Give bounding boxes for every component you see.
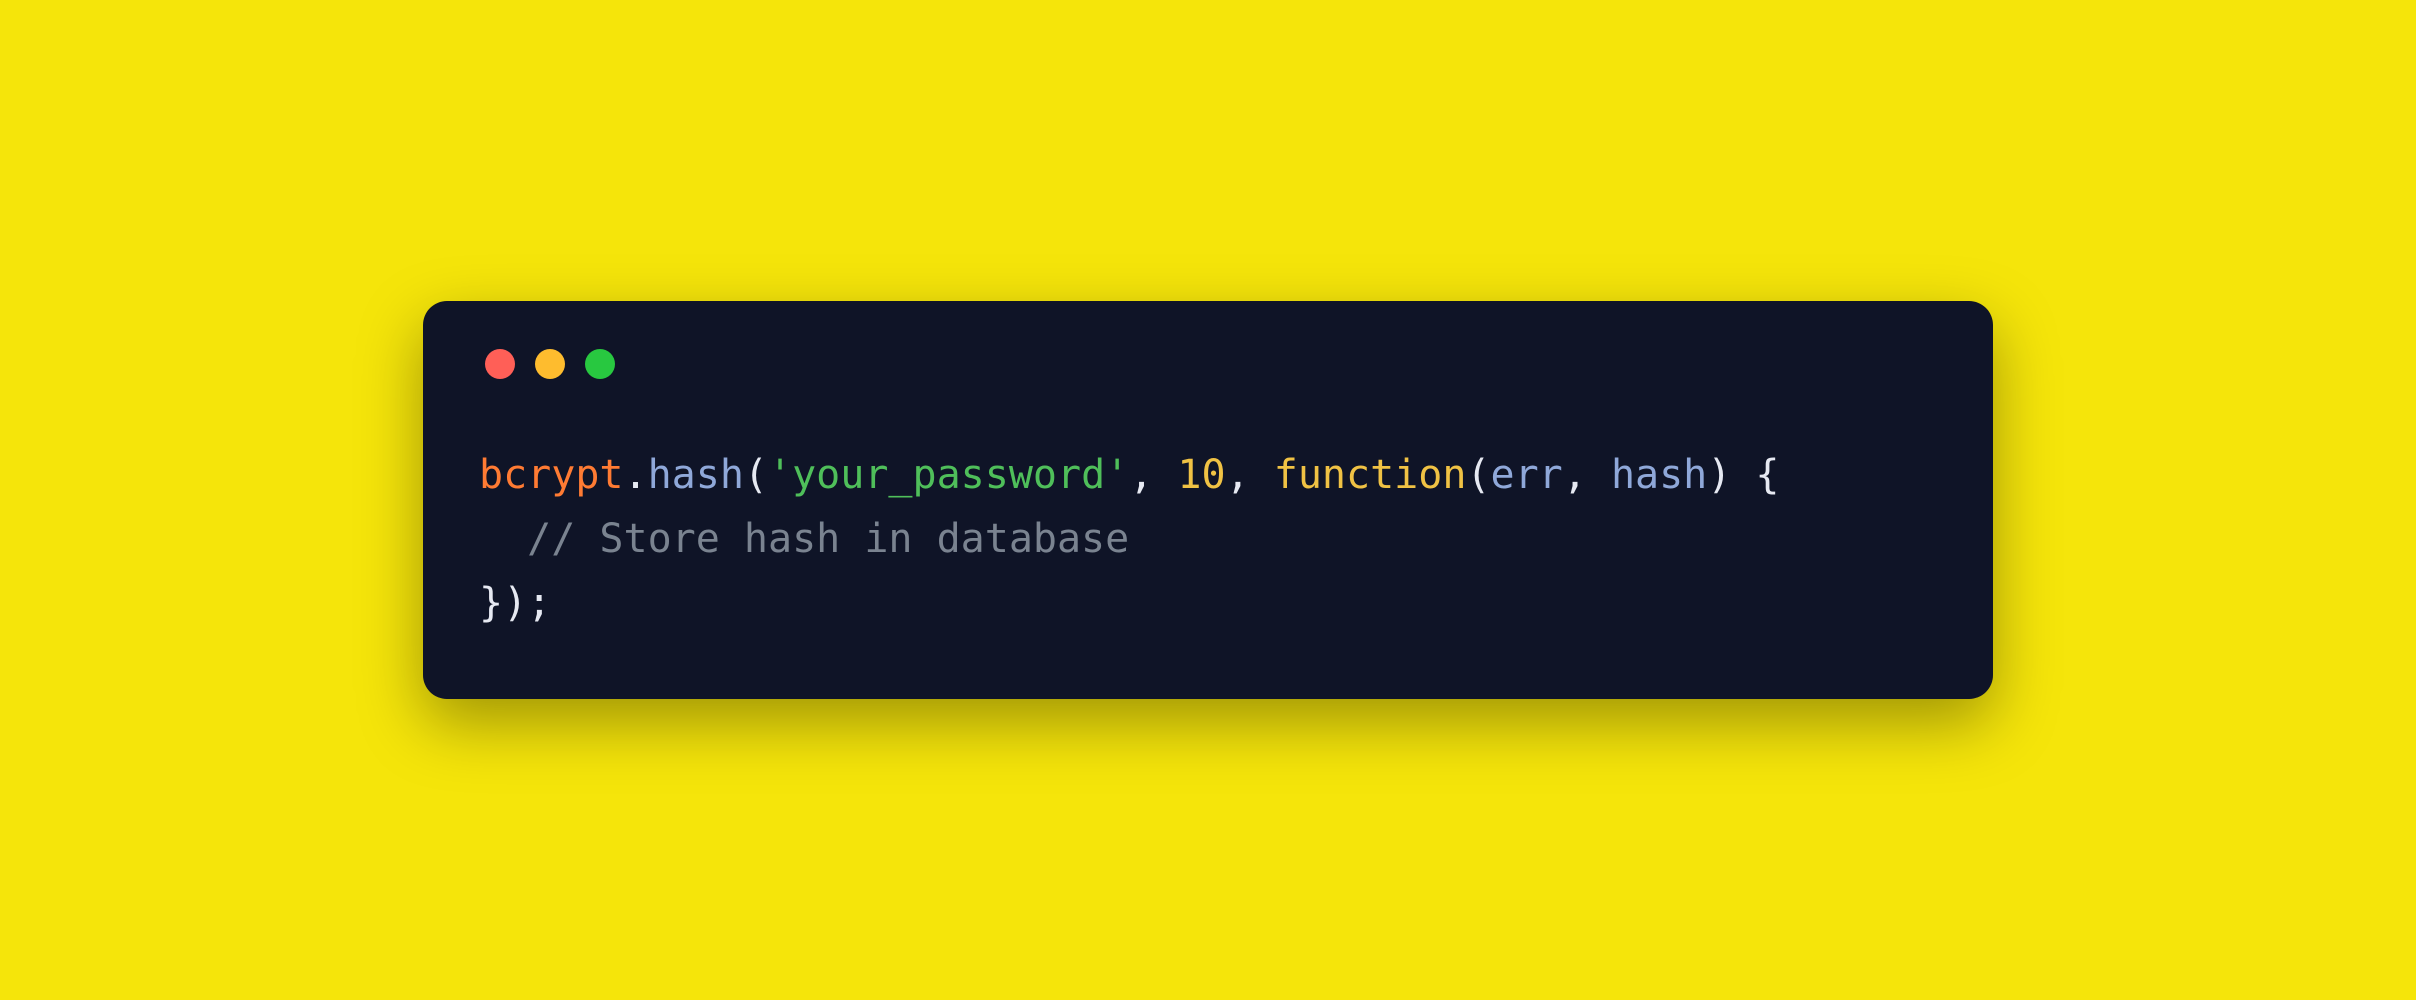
token-punct: , [1226, 452, 1274, 498]
token-punct: . [624, 452, 648, 498]
indent [479, 516, 527, 562]
token-param: err [1491, 452, 1563, 498]
traffic-lights [485, 349, 1937, 379]
code-block: bcrypt.hash('your_password', 10, functio… [479, 443, 1937, 635]
token-punct: , [1563, 452, 1611, 498]
token-punct: }); [479, 580, 551, 626]
token-keyword: function [1274, 452, 1467, 498]
token-punct: ( [1466, 452, 1490, 498]
minimize-icon[interactable] [535, 349, 565, 379]
token-punct: ( [744, 452, 768, 498]
token-punct: ) { [1707, 452, 1779, 498]
code-window: bcrypt.hash('your_password', 10, functio… [423, 301, 1993, 699]
token-punct: , [1129, 452, 1177, 498]
zoom-icon[interactable] [585, 349, 615, 379]
close-icon[interactable] [485, 349, 515, 379]
token-param: hash [1611, 452, 1707, 498]
token-method: hash [648, 452, 744, 498]
token-comment: // Store hash in database [527, 516, 1129, 562]
token-string: 'your_password' [768, 452, 1129, 498]
token-number: 10 [1177, 452, 1225, 498]
token-ident: bcrypt [479, 452, 624, 498]
